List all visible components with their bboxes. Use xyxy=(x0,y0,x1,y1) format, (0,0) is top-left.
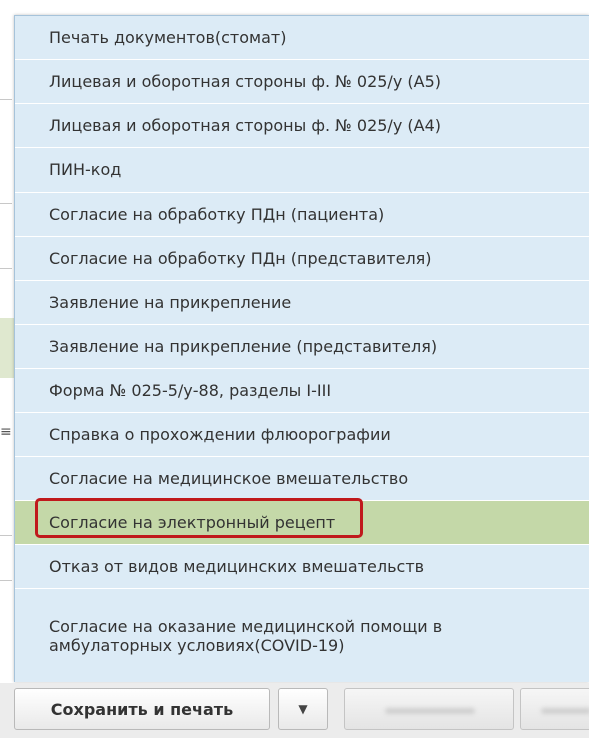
bottom-toolbar: Сохранить и печать ▼ xyxy=(0,683,589,738)
menu-item-consent-outpatient-covid[interactable]: Согласие на оказание медицинской помощи … xyxy=(15,589,589,683)
print-documents-menu: Печать документов(стомат) Лицевая и обор… xyxy=(14,15,589,682)
menu-item-form-025-a4[interactable]: Лицевая и оборотная стороны ф. № 025/у (… xyxy=(15,104,589,148)
print-options-dropdown-button[interactable]: ▼ xyxy=(278,688,328,730)
background-menu-glyph: ≡ xyxy=(0,424,12,440)
menu-item-label: Отказ от видов медицинских вмешательств xyxy=(49,556,425,576)
menu-item-form-025-a5[interactable]: Лицевая и оборотная стороны ф. № 025/у (… xyxy=(15,60,589,104)
menu-item-label: Согласие на обработку ПДн (пациента) xyxy=(49,204,385,224)
blurred-button[interactable] xyxy=(344,688,514,730)
menu-item-consent-electronic-prescription[interactable]: Согласие на электронный рецепт xyxy=(15,498,589,545)
menu-item-consent-pdn-representative[interactable]: Согласие на обработку ПДн (представителя… xyxy=(15,237,589,281)
menu-item-form-025-5-88[interactable]: Форма № 025-5/у-88, разделы I-III xyxy=(15,369,589,413)
menu-item-consent-pdn-patient[interactable]: Согласие на обработку ПДн (пациента) xyxy=(15,193,589,237)
blurred-button[interactable] xyxy=(520,688,589,730)
menu-item-attachment-application[interactable]: Заявление на прикрепление xyxy=(15,281,589,325)
menu-item-label: Заявление на прикрепление xyxy=(49,292,292,312)
menu-item-attachment-application-representative[interactable]: Заявление на прикрепление (представителя… xyxy=(15,325,589,369)
menu-item-label: Лицевая и оборотная стороны ф. № 025/у (… xyxy=(49,115,441,135)
highlight-frame xyxy=(35,498,363,538)
background-divider xyxy=(0,99,12,100)
menu-item-fluorography-certificate[interactable]: Справка о прохождении флюорографии xyxy=(15,413,589,457)
menu-item-label: Форма № 025-5/у-88, разделы I-III xyxy=(49,380,332,400)
blurred-label xyxy=(541,708,589,714)
menu-item-label-line1: Согласие на оказание медицинской помощи … xyxy=(49,617,443,636)
background-divider xyxy=(0,203,12,204)
menu-item-label: Согласие на обработку ПДн (представителя… xyxy=(49,248,432,268)
menu-item-pin-code[interactable]: ПИН-код xyxy=(15,148,589,193)
save-and-print-button[interactable]: Сохранить и печать xyxy=(14,688,270,730)
menu-item-refusal-medical-interventions[interactable]: Отказ от видов медицинских вмешательств xyxy=(15,545,589,589)
background-divider xyxy=(0,268,12,269)
menu-item-label: Заявление на прикрепление (представителя… xyxy=(49,336,438,356)
background-app-edge: ≡ xyxy=(0,0,14,738)
menu-item-consent-medical-intervention[interactable]: Согласие на медицинское вмешательство xyxy=(15,457,589,501)
blurred-label xyxy=(385,708,475,714)
menu-item-label: ПИН-код xyxy=(49,160,122,179)
background-divider xyxy=(0,535,12,536)
menu-item-label: Справка о прохождении флюорографии xyxy=(49,424,391,444)
menu-item-print-documents-stomat[interactable]: Печать документов(стомат) xyxy=(15,16,589,60)
background-divider xyxy=(0,580,12,581)
menu-item-label-line2: амбулаторных условиях(COVID-19) xyxy=(49,636,345,655)
menu-item-label: Печать документов(стомат) xyxy=(49,27,287,47)
background-row-highlight xyxy=(0,318,14,378)
caret-down-icon: ▼ xyxy=(298,702,308,716)
menu-item-label: Лицевая и оборотная стороны ф. № 025/у (… xyxy=(49,71,441,91)
menu-item-label: Согласие на медицинское вмешательство xyxy=(49,468,409,488)
